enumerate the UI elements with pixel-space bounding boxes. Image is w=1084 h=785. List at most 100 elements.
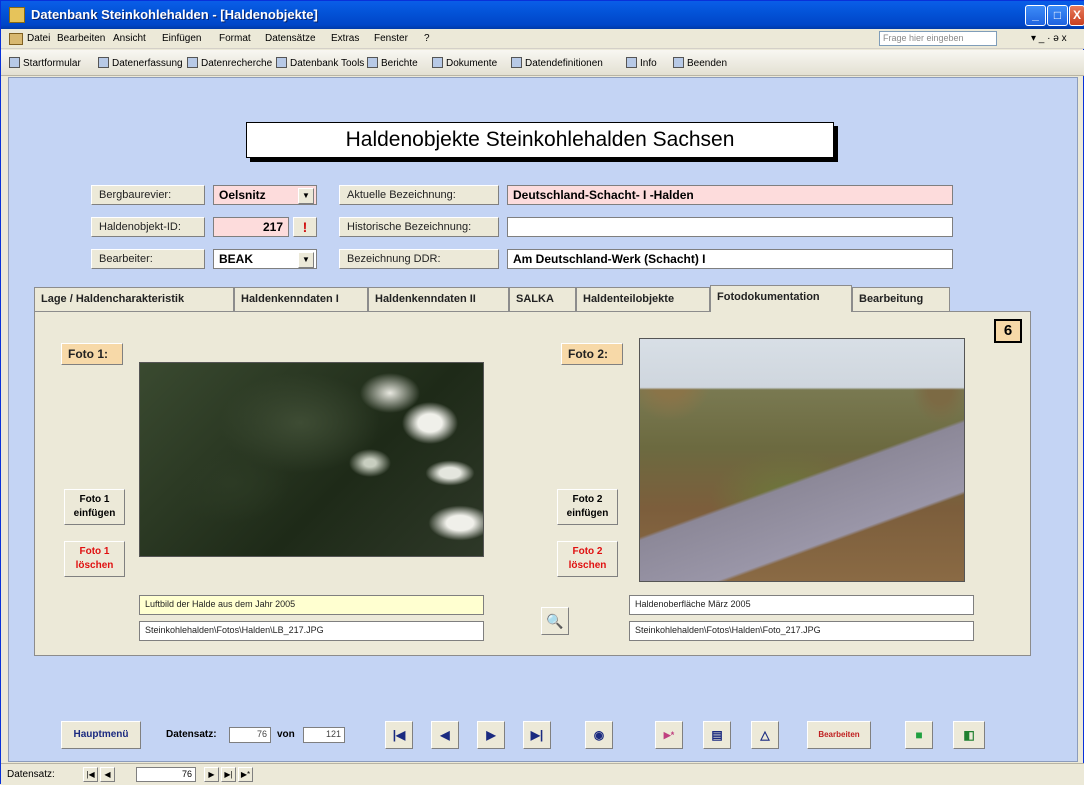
print-icon[interactable]: ▤ [703,721,731,749]
exclamation-icon[interactable]: ! [293,217,317,237]
previous-record-icon[interactable]: ◀ [431,721,459,749]
first-record-icon[interactable]: |◀ [385,721,413,749]
document-icon[interactable] [9,33,23,45]
foto2-path-field[interactable]: Steinkohlehalden\Fotos\Halden\Foto_217.J… [629,621,974,641]
toolbar-berichte[interactable]: Berichte [367,57,418,69]
foto2-delete-button[interactable]: Foto 2 löschen [557,541,618,577]
last-record-icon[interactable]: ▶| [523,721,551,749]
bearbeiter-combo[interactable]: BEAK ▼ [213,249,317,269]
toolbar-datenerfassung[interactable]: Datenerfassung [98,57,183,69]
page-number-badge: 6 [994,319,1022,343]
mdi-controls[interactable]: ▾ _ · ə x [1031,33,1067,44]
von-label: von [277,729,295,740]
statusbar-datensatz-label: Datensatz: [7,769,55,780]
binoculars-search-icon[interactable]: ◉ [585,721,613,749]
historische-bezeichnung-label[interactable]: Historische Bezeichnung: [339,217,499,237]
toolbar-startformular[interactable]: Startformular [9,57,81,69]
foto2-insert-button[interactable]: Foto 2 einfügen [557,489,618,525]
trash-icon[interactable]: △ [751,721,779,749]
tab-lage[interactable]: Lage / Haldencharakteristik [34,287,234,311]
ground-photo [639,338,965,582]
hauptmenu-button[interactable]: Hauptmenü [61,721,141,749]
menu-ansicht[interactable]: Ansicht [113,33,146,44]
menu-einfuegen[interactable]: Einfügen [162,33,201,44]
toolbar-dokumente[interactable]: Dokumente [432,57,497,69]
tools-icon [276,57,287,68]
menu-datensaetze[interactable]: Datensätze [265,33,316,44]
foto1-label[interactable]: Foto 1: [61,343,123,365]
foto2-description-field[interactable]: Haldenoberfläche März 2005 [629,595,974,615]
tab-haldenteilobjekte[interactable]: Haldenteilobjekte [576,287,710,311]
datensatz-label: Datensatz: [166,729,217,740]
chevron-down-icon[interactable]: ▼ [298,252,314,268]
bezeichnung-ddr-field[interactable]: Am Deutschland-Werk (Schacht) I [507,249,953,269]
foto1-delete-button[interactable]: Foto 1 löschen [64,541,125,577]
status-new-icon[interactable]: ▶* [238,767,253,782]
haldenobjekt-id-label[interactable]: Haldenobjekt-ID: [91,217,205,237]
status-next-icon[interactable]: ▶ [204,767,219,782]
close-button[interactable]: X [1069,5,1084,26]
exit-door-icon[interactable]: ◧ [953,721,985,749]
bearbeiter-label[interactable]: Bearbeiter: [91,249,205,269]
window-title: Datenbank Steinkohlehalden - [Haldenobje… [31,7,318,22]
aktuelle-bezeichnung-field[interactable]: Deutschland-Schacht- I -Halden [507,185,953,205]
main-toolbar: Startformular Datenerfassung Datenrecher… [1,50,1084,76]
menu-extras[interactable]: Extras [331,33,359,44]
toolbar-datenrecherche[interactable]: Datenrecherche [187,57,272,69]
toolbar-beenden[interactable]: Beenden [673,57,727,69]
next-record-icon[interactable]: ▶ [477,721,505,749]
foto2-label[interactable]: Foto 2: [561,343,623,365]
page-title: Haldenobjekte Steinkohlehalden Sachsen [246,122,834,158]
bearbeiten-button[interactable]: Bearbeiten [807,721,871,749]
info-icon [626,57,637,68]
status-first-icon[interactable]: |◀ [83,767,98,782]
maximize-button[interactable]: □ [1047,5,1068,26]
tab-haldenkenndaten-1[interactable]: Haldenkenndaten I [234,287,368,311]
chevron-down-icon[interactable]: ▼ [298,188,314,204]
minimize-button[interactable]: _ [1025,5,1046,26]
foto1-insert-button[interactable]: Foto 1 einfügen [64,489,125,525]
menu-format[interactable]: Format [219,33,251,44]
aerial-photo [139,362,484,557]
status-last-icon[interactable]: ▶| [221,767,236,782]
status-prev-icon[interactable]: ◀ [100,767,115,782]
aktuelle-bezeichnung-label[interactable]: Aktuelle Bezeichnung: [339,185,499,205]
tab-haldenkenndaten-2[interactable]: Haldenkenndaten II [368,287,509,311]
menu-help[interactable]: ? [424,33,430,44]
documents-icon [432,57,443,68]
toolbar-datenbank-tools[interactable]: Datenbank Tools [276,57,364,69]
toolbar-info[interactable]: Info [626,57,657,69]
form-icon [9,57,20,68]
table-icon [98,57,109,68]
zoom-magnifier-icon[interactable]: 🔍 [541,607,569,635]
toolbar-datendefinitionen[interactable]: Datendefinitionen [511,57,603,69]
bergbaurevier-combo[interactable]: Oelsnitz ▼ [213,185,317,205]
new-record-icon[interactable]: ▶* [655,721,683,749]
tab-bearbeitung[interactable]: Bearbeitung [852,287,950,311]
tab-fotodokumentation[interactable]: Fotodokumentation [710,285,852,312]
status-record-field[interactable]: 76 [136,767,196,782]
historische-bezeichnung-field[interactable] [507,217,953,237]
current-record-field[interactable]: 76 [229,727,271,743]
bergbaurevier-label[interactable]: Bergbaurevier: [91,185,205,205]
save-icon[interactable]: ■ [905,721,933,749]
menu-datei[interactable]: Datei [27,33,50,44]
foto1-description-field[interactable]: Luftbild der Halde aus dem Jahr 2005 [139,595,484,615]
menu-fenster[interactable]: Fenster [374,33,408,44]
menu-bearbeiten[interactable]: Bearbeiten [57,33,105,44]
application-window: Datenbank Steinkohlehalden - [Haldenobje… [0,0,1084,785]
help-search-input[interactable]: Frage hier eingeben [879,31,997,46]
report-icon [367,57,378,68]
definitions-icon [511,57,522,68]
haldenobjekt-id-field[interactable]: 217 [213,217,289,237]
bezeichnung-ddr-label[interactable]: Bezeichnung DDR: [339,249,499,269]
foto1-path-field[interactable]: Steinkohlehalden\Fotos\Halden\LB_217.JPG [139,621,484,641]
exit-icon [673,57,684,68]
record-navigation-bar: Datensatz: |◀ ◀ 76 ▶ ▶| ▶* [1,763,1084,785]
access-app-icon [9,7,25,23]
binoculars-icon [187,57,198,68]
total-records-field: 121 [303,727,345,743]
title-bar: Datenbank Steinkohlehalden - [Haldenobje… [1,1,1084,29]
tab-salka[interactable]: SALKA [509,287,576,311]
menu-bar: Datei Bearbeiten Ansicht Einfügen Format… [1,29,1084,49]
